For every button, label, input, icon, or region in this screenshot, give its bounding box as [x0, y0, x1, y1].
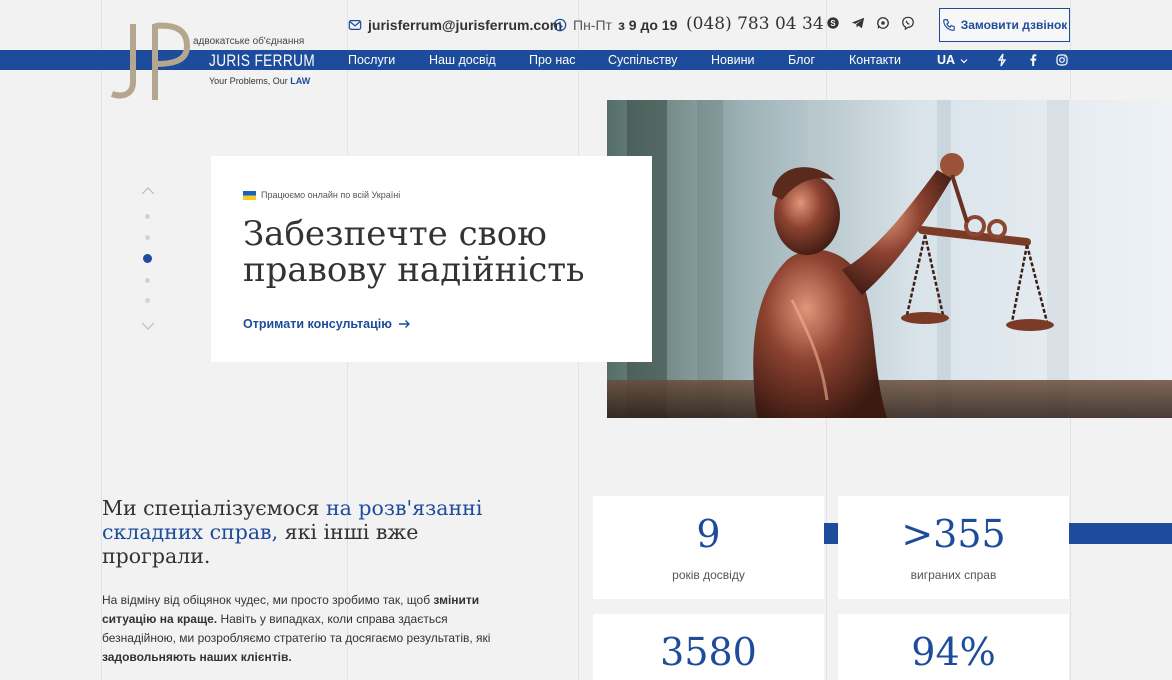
grid-line [101, 0, 102, 680]
decor-stripe [1069, 523, 1172, 544]
instagram-icon[interactable] [1056, 53, 1068, 67]
lightning-icon[interactable] [996, 53, 1008, 67]
nav-item-experience[interactable]: Наш досвід [429, 53, 496, 67]
messenger-links: S [826, 16, 915, 31]
language-label: UA [937, 53, 955, 67]
nav-item-about[interactable]: Про нас [529, 53, 575, 67]
arrow-right-icon [398, 320, 410, 328]
hero-card: Працюємо онлайн по всій Україні Забезпеч… [211, 156, 652, 362]
nav-item-contacts[interactable]: Контакти [849, 53, 901, 67]
logo-subtitle: адвокатське об'єднання [193, 36, 305, 47]
mail-icon [348, 20, 362, 30]
chevron-down-icon[interactable] [141, 321, 155, 331]
hero-tag-text: Працюємо онлайн по всій Україні [261, 190, 401, 200]
logo-slogan: Your Problems, Our LAW [209, 76, 310, 86]
chevron-down-icon [960, 59, 968, 64]
slider-dot-active[interactable] [143, 254, 152, 263]
stat-label: років досвіду [672, 568, 745, 582]
svg-text:S: S [830, 19, 835, 28]
facebook-icon[interactable] [1027, 53, 1039, 67]
stat-card-experience: 9 років досвіду [593, 496, 824, 599]
hours-prefix: Пн-Пт [573, 17, 612, 33]
order-call-label: Замовити дзвінок [960, 18, 1068, 32]
logo-mark[interactable] [105, 20, 193, 102]
working-hours: Пн-Пт з 9 до 19 [553, 17, 677, 33]
order-call-button[interactable]: Замовити дзвінок [939, 8, 1070, 42]
stat-value: >355 [901, 512, 1006, 556]
viber-icon[interactable] [901, 16, 915, 31]
logo-name: JURIS FERRUM [209, 51, 316, 70]
whatsapp-icon[interactable] [876, 16, 890, 30]
telegram-icon[interactable] [851, 16, 865, 30]
about-text-1: На відміну від обіцянок чудес, ми просто… [102, 593, 431, 607]
about-text-2-bold: задовольняють наших клієнтів. [102, 650, 292, 664]
stat-value: 9 [696, 512, 721, 556]
language-selector[interactable]: UA [937, 53, 968, 67]
consultation-link[interactable]: Отримати консультацію [243, 317, 411, 331]
about-heading: Ми спеціалізуємося на розв'язанні складн… [102, 496, 522, 568]
hero-tag: Працюємо онлайн по всій Україні [243, 190, 400, 200]
ukraine-flag-icon [243, 190, 256, 200]
slogan-text: Your Problems, Our [209, 76, 288, 86]
stat-card: 94% [838, 614, 1069, 680]
email-link[interactable]: jurisferrum@jurisferrum.com [348, 17, 562, 33]
chevron-up-icon[interactable] [141, 186, 155, 196]
stat-card: 3580 [593, 614, 824, 680]
skype-icon[interactable]: S [826, 16, 840, 30]
slogan-law: LAW [290, 76, 311, 86]
stat-card-won-cases: >355 виграних справ [838, 496, 1069, 599]
hero-image-themis-statue [607, 100, 1172, 418]
slider-dot[interactable] [145, 235, 150, 240]
clock-icon [553, 18, 567, 32]
phone-number[interactable]: (048) 783 04 34 [686, 14, 824, 34]
phone-icon [942, 19, 955, 31]
hero-title: Забезпечте свою правову надійність [243, 214, 585, 290]
consultation-link-label: Отримати консультацію [243, 317, 392, 331]
slider-dot[interactable] [145, 278, 150, 283]
decor-stripe [824, 523, 839, 544]
about-heading-start: Ми спеціалізуємося [102, 496, 320, 520]
stat-value: 3580 [660, 630, 757, 674]
slider-dot[interactable] [145, 214, 150, 219]
hours-value: з 9 до 19 [617, 17, 678, 33]
nav-item-blog[interactable]: Блог [788, 53, 815, 67]
stat-value: 94% [911, 630, 996, 674]
email-text: jurisferrum@jurisferrum.com [368, 17, 563, 33]
nav-item-society[interactable]: Суспільству [608, 53, 677, 67]
about-paragraph: На відміну від обіцянок чудес, ми просто… [102, 591, 502, 667]
nav-item-news[interactable]: Новини [711, 53, 755, 67]
nav-item-services[interactable]: Послуги [348, 53, 395, 67]
slider-dot[interactable] [145, 298, 150, 303]
stat-label: виграних справ [910, 568, 997, 582]
